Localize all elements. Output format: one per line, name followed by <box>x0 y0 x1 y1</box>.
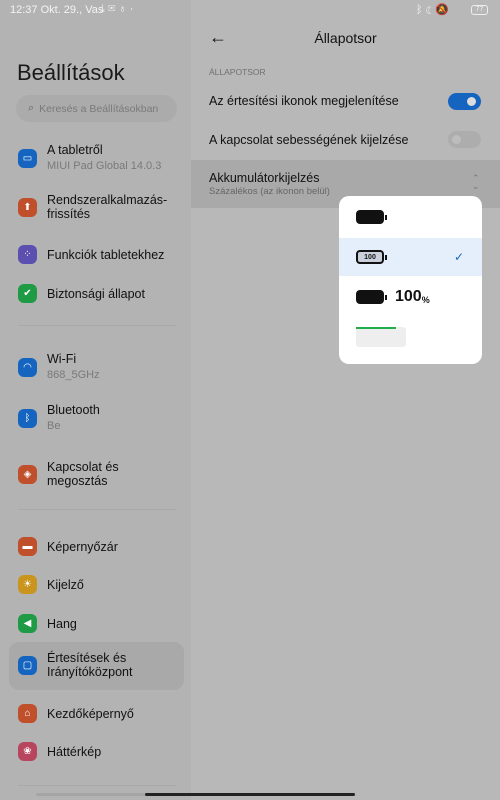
sidebar-item-sub: 868_5GHz <box>47 369 100 381</box>
sidebar-item-label: Kijelző <box>47 577 84 592</box>
shield-check-icon: ✔ <box>18 284 37 303</box>
home-indicator[interactable] <box>145 793 355 796</box>
sun-icon: ☀ <box>18 575 37 594</box>
sidebar-item[interactable]: ⌂ Kezdőképernyő <box>18 704 188 723</box>
sidebar-item-label: Értesítések és Irányítóközpont <box>47 651 133 679</box>
speed-toggle[interactable] <box>448 131 481 148</box>
row-speed-label: A kapcsolat sebességének kijelzése <box>209 133 409 147</box>
screen-title: Állapotsor <box>314 30 377 46</box>
sidebar-item[interactable]: ⁘ Funkciók tabletekhez <box>18 245 188 264</box>
wifi-icon: ◠ <box>18 357 37 377</box>
sidebar-item[interactable]: ❀ Háttérkép <box>18 742 188 761</box>
system-icons: ᛒ☾🔕 <box>416 4 452 16</box>
battery-bar-icon <box>356 327 406 347</box>
main-panel <box>191 0 500 800</box>
sidebar-item-label: Kezdőképernyő <box>47 706 134 721</box>
page-title: Beállítások <box>17 60 125 85</box>
divider <box>18 325 176 326</box>
section-header: ÁLLAPOTSOR <box>209 67 266 77</box>
sidebar-item-label: Hang <box>47 616 77 631</box>
sidebar-item-label: Képernyőzár <box>47 539 118 554</box>
battery-icon: 100 <box>356 250 387 264</box>
divider <box>18 509 176 510</box>
sidebar-item[interactable]: ▭ A tabletről MIUI Pad Global 14.0.3 <box>18 143 188 173</box>
sidebar-item[interactable]: ▢ Értesítések és Irányítóközpont <box>18 651 188 679</box>
chevron-up-down-icon: ⌃ ⌄ <box>472 173 480 191</box>
search-icon: ⌕ <box>28 102 35 114</box>
option-battery-percent-inside[interactable]: 100 ✓ <box>339 238 482 276</box>
battery-icon <box>356 290 387 304</box>
notification-icons-toggle[interactable] <box>448 93 481 110</box>
grid-icon: ⁘ <box>18 245 37 264</box>
sidebar-item-label: Funkciók tabletekhez <box>47 247 165 262</box>
sidebar-item-label: Biztonsági állapot <box>47 286 145 301</box>
sidebar-item[interactable]: ☀ Kijelző <box>18 575 188 594</box>
option-battery-bar[interactable] <box>339 318 482 356</box>
status-bar: 12:37 Okt. 29., Vas ⤓✉♁· ᛒ☾🔕 77 <box>0 0 500 20</box>
search-input[interactable]: ⌕ Keresés a Beállításokban <box>16 95 177 122</box>
status-time: 12:37 Okt. 29., Vas <box>10 4 104 16</box>
check-icon: ✓ <box>453 250 464 264</box>
lock-icon: ▬ <box>18 537 37 556</box>
divider <box>18 785 176 786</box>
scrollbar[interactable] <box>36 793 146 796</box>
sidebar-item[interactable]: ◠ Wi-Fi 868_5GHz <box>18 352 188 382</box>
sidebar-item[interactable]: ᛒ Bluetooth Be <box>18 403 188 433</box>
battery-style-dropdown: 100 ✓ 100% <box>339 196 482 364</box>
sidebar-item[interactable]: ✔ Biztonsági állapot <box>18 284 188 303</box>
notification-icons: ⤓✉♁· <box>100 3 137 15</box>
arrow-up-icon: ⬆ <box>18 197 37 217</box>
battery-icon <box>356 210 387 224</box>
notification-icon: ▢ <box>18 655 37 675</box>
sidebar-item[interactable]: ◈ Kapcsolat és megosztás <box>18 460 188 488</box>
speaker-icon: ◀ <box>18 614 37 633</box>
sidebar-item[interactable]: ⬆ Rendszeralkalmazás-frissítés <box>18 193 188 221</box>
battery-icon: 77 <box>471 5 488 15</box>
sidebar-item-sub: Be <box>47 420 61 432</box>
sidebar-item-sub: MIUI Pad Global 14.0.3 <box>47 160 162 172</box>
option-battery-percent-outside[interactable]: 100% <box>339 278 482 316</box>
sidebar-item[interactable]: ◀ Hang <box>18 614 188 633</box>
row-notification-icons-label: Az értesítési ikonok megjelenítése <box>209 94 399 108</box>
wallpaper-icon: ❀ <box>18 742 37 761</box>
tablet-icon: ▭ <box>18 148 37 168</box>
bluetooth-icon: ᛒ <box>18 408 37 428</box>
sidebar-item-label: Kapcsolat és megosztás <box>47 460 119 488</box>
sidebar-item[interactable]: ▬ Képernyőzár <box>18 537 188 556</box>
share-icon: ◈ <box>18 464 37 484</box>
sidebar-item-label: Bluetooth <box>47 403 100 417</box>
option-battery-icon[interactable] <box>339 198 482 236</box>
sidebar-item-label: Rendszeralkalmazás-frissítés <box>47 193 168 221</box>
sidebar-item-label: A tabletről <box>47 143 103 157</box>
sidebar-item-label: Háttérkép <box>47 744 102 759</box>
home-icon: ⌂ <box>18 704 37 723</box>
sidebar-item-label: Wi-Fi <box>47 352 77 366</box>
